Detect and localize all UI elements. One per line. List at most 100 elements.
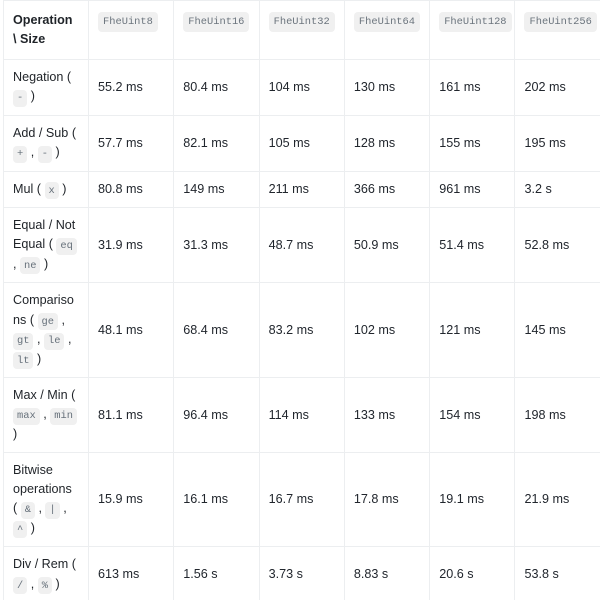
benchmark-value-cell: 613 ms — [88, 546, 175, 600]
benchmark-value-cell: 133 ms — [344, 377, 431, 454]
benchmark-value: 211 ms — [268, 181, 309, 196]
benchmark-value: 133 ms — [353, 407, 396, 422]
operator-code-badge: % — [37, 577, 52, 595]
operator-code-badge: eq — [56, 237, 77, 255]
benchmark-value-cell: 155 ms — [429, 115, 516, 172]
benchmark-value-cell: 16.1 ms — [173, 452, 260, 548]
benchmark-value: 16.7 ms — [268, 492, 314, 507]
paren-open: ( — [29, 312, 35, 327]
benchmark-value-cell: 161 ms — [429, 59, 516, 116]
benchmark-value: 1.56 s — [183, 567, 218, 582]
benchmark-value: 48.1 ms — [98, 322, 143, 337]
type-code-badge: FheUint64 — [353, 12, 421, 33]
token-separator: , — [39, 407, 47, 422]
benchmark-value-cell: 17.8 ms — [344, 452, 431, 548]
paren-open: ( — [48, 237, 53, 252]
operator-code-badge: max — [13, 407, 40, 425]
benchmark-value-cell: 202 ms — [514, 59, 600, 116]
benchmark-value: 121 ms — [439, 322, 481, 337]
benchmark-value: 55.2 ms — [98, 80, 143, 95]
benchmark-value-cell: 96.4 ms — [173, 377, 260, 454]
paren-close: ) — [27, 89, 35, 104]
benchmark-value: 3.2 s — [524, 181, 552, 196]
token-separator: , — [64, 332, 72, 347]
operator-code-badge: | — [45, 501, 60, 519]
paren-close: ) — [27, 520, 35, 535]
benchmark-value-cell: 128 ms — [344, 115, 431, 172]
benchmark-value: 104 ms — [268, 80, 310, 95]
benchmark-value: 128 ms — [353, 135, 396, 150]
benchmark-value-cell: 82.1 ms — [173, 115, 260, 172]
table-body: Negation ( - ) 55.2 ms 80.4 ms 104 ms 130 ms… — [3, 59, 600, 600]
table-header: Operation \ Size FheUint8 FheUint16 FheU… — [3, 0, 600, 61]
benchmark-value-cell: 20.6 s — [429, 546, 516, 600]
benchmark-value: 31.3 ms — [183, 237, 229, 252]
benchmark-value-cell: 57.7 ms — [88, 115, 175, 172]
column-header-fheuint8: FheUint8 — [88, 0, 175, 61]
benchmark-value: 52.8 ms — [524, 237, 570, 252]
token-separator: , — [34, 501, 42, 516]
paren-close: ) — [52, 145, 60, 160]
benchmark-value: 366 ms — [353, 181, 396, 196]
benchmark-value: 3.73 s — [268, 567, 303, 582]
benchmark-value-cell: 3.73 s — [259, 546, 345, 600]
operation-name-cell: Add / Sub ( + , - ) — [3, 115, 89, 172]
column-header-fheuint256: FheUint256 — [514, 0, 600, 61]
benchmark-value-cell: 198 ms — [514, 377, 600, 454]
paren-close: ) — [40, 256, 49, 271]
benchmark-value-cell: 83.2 ms — [259, 282, 345, 379]
type-code-badge: FheUint16 — [183, 12, 250, 33]
benchmark-value-cell: 21.9 ms — [514, 452, 600, 548]
benchmark-value: 16.1 ms — [183, 492, 229, 507]
benchmark-value-cell: 1.56 s — [173, 546, 260, 600]
benchmark-value: 15.9 ms — [98, 492, 143, 507]
paren-close: ) — [58, 181, 67, 196]
operator-code-badge: lt — [13, 352, 34, 370]
benchmark-value-cell: 31.9 ms — [88, 207, 175, 284]
benchmark-value: 80.8 ms — [98, 181, 143, 196]
token-separator: , — [58, 312, 65, 327]
benchmark-value: 149 ms — [183, 181, 225, 196]
operation-name-cell: Comparisons ( ge , gt , le , lt ) — [3, 282, 89, 379]
paren-close: ) — [33, 351, 42, 366]
benchmark-value-cell: 52.8 ms — [514, 207, 600, 284]
benchmark-value: 57.7 ms — [98, 135, 143, 150]
benchmark-value-cell: 68.4 ms — [173, 282, 260, 379]
operation-label: Div / Rem — [13, 557, 69, 572]
benchmark-value: 154 ms — [439, 407, 481, 422]
benchmark-value: 82.1 ms — [183, 135, 229, 150]
benchmark-value: 20.6 s — [439, 567, 474, 582]
benchmark-value-cell: 80.8 ms — [88, 171, 175, 209]
operation-name-cell: Max / Min ( max , min ) — [3, 377, 89, 454]
benchmark-value: 155 ms — [439, 135, 481, 150]
header-row: Operation \ Size FheUint8 FheUint16 FheU… — [3, 0, 600, 61]
table-row: Comparisons ( ge , gt , le , lt ) 48.1 ms… — [3, 282, 600, 379]
benchmark-value-cell: 48.7 ms — [259, 207, 345, 284]
operation-name-cell: Negation ( - ) — [3, 59, 89, 116]
benchmark-value: 68.4 ms — [183, 322, 229, 337]
operator-code-badge: ge — [37, 313, 58, 331]
table-row: Div / Rem ( / , % ) 613 ms 1.56 s 3.73 s 8.8… — [3, 546, 600, 600]
benchmark-value-cell: 3.2 s — [514, 171, 600, 209]
paren-open: ( — [66, 70, 72, 85]
benchmark-value: 130 ms — [353, 80, 396, 95]
type-code-badge: FheUint128 — [439, 12, 512, 33]
benchmark-value: 202 ms — [524, 80, 566, 95]
operator-code-badge: x — [44, 182, 59, 200]
benchmark-value: 50.9 ms — [353, 237, 399, 252]
benchmark-table-container: Operation \ Size FheUint8 FheUint16 FheU… — [0, 0, 600, 600]
benchmark-value-cell: 53.8 s — [514, 546, 600, 600]
type-code-badge: FheUint8 — [98, 12, 158, 33]
benchmark-value-cell: 130 ms — [344, 59, 431, 116]
benchmark-value-cell: 15.9 ms — [88, 452, 175, 548]
benchmark-value: 17.8 ms — [353, 492, 399, 507]
benchmark-value: 81.1 ms — [98, 407, 143, 422]
benchmark-value-cell: 211 ms — [259, 171, 345, 209]
benchmark-value-cell: 50.9 ms — [344, 207, 431, 284]
benchmark-value: 102 ms — [353, 322, 396, 337]
operator-code-badge: & — [20, 501, 35, 519]
token-separator: , — [27, 576, 35, 591]
benchmark-value: 48.7 ms — [268, 237, 314, 252]
operation-name-cell: Div / Rem ( / , % ) — [3, 546, 89, 600]
operation-label: Add / Sub — [13, 125, 69, 140]
